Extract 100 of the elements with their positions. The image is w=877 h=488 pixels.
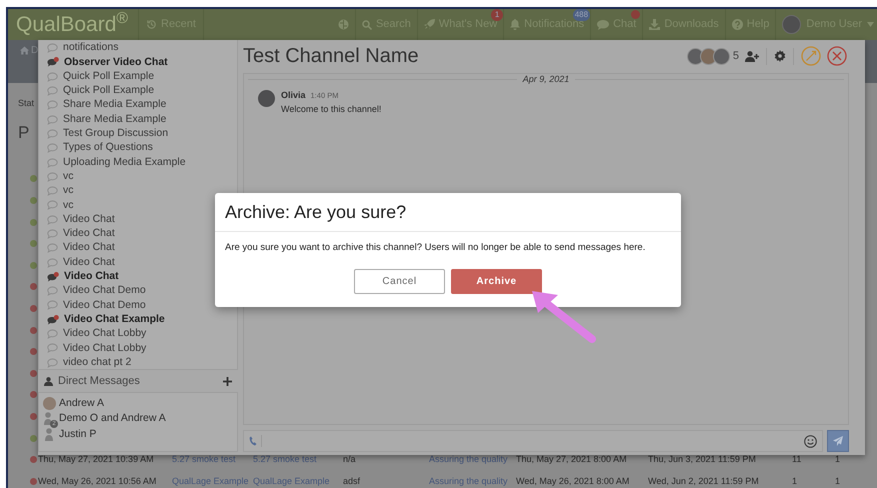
table-cell-text: Thu, May 27, 2021 10:39 AM (38, 452, 154, 466)
bell-icon (510, 19, 520, 30)
chat-bubble-icon (47, 200, 58, 210)
table-cell-text: Thu, Jun 3, 2021 11:59 PM (648, 452, 756, 466)
phone-icon[interactable] (249, 436, 257, 446)
message-input[interactable] (243, 430, 823, 452)
avatar-icon (43, 397, 56, 410)
unread-chat-icon (47, 272, 59, 282)
chat-bubble-icon (47, 186, 58, 196)
chat-bubble-icon (47, 158, 58, 168)
dialog-message: Are you sure you want to archive this channel? Users will no longer be able to send messages here. (224, 241, 646, 255)
chat-bubble-icon (47, 86, 58, 96)
chat-bubble-icon (47, 43, 58, 54)
channel-item[interactable]: Quick Poll Example (39, 84, 158, 98)
chat-bubble-icon (47, 100, 58, 110)
chat-bubble-icon (47, 128, 58, 139)
chat-bubble-icon (47, 329, 58, 340)
chat-bubble-icon (47, 286, 58, 296)
close-icon[interactable] (827, 46, 847, 66)
unread-chat-icon (47, 314, 59, 325)
history-icon (146, 19, 158, 30)
count-badge: 1 (491, 9, 504, 21)
pop-out-icon[interactable] (801, 46, 821, 66)
channel-item[interactable]: Video Chat Lobby (39, 341, 150, 356)
channel-item[interactable]: Quick Poll Example (39, 70, 158, 84)
chat-bubble-icon (47, 114, 58, 125)
send-icon (833, 436, 843, 446)
caret-icon (867, 22, 874, 27)
channel-item[interactable]: Types of Questions (39, 141, 157, 156)
send-button[interactable] (827, 430, 849, 452)
channel-item[interactable]: vc (39, 198, 78, 213)
chat-bubble-icon (47, 300, 58, 310)
person-icon (44, 376, 53, 386)
chat-bubble-icon (47, 229, 58, 239)
channel-item[interactable]: Video Chat (39, 255, 119, 270)
table-cell: Wed, May 26, 2021 10:56 AM (38, 474, 156, 488)
status-label: Stat (18, 97, 34, 110)
channel-title: Test Channel Name (243, 46, 419, 66)
table-cell: 1 (835, 474, 840, 488)
chat-bubble-icon (47, 358, 58, 368)
home-icon (20, 46, 29, 55)
message-author: Olivia (281, 89, 306, 102)
channel-item[interactable]: Video Chat (39, 241, 119, 256)
emoji-icon[interactable] (804, 434, 817, 448)
search-icon (362, 20, 372, 30)
download-icon (649, 19, 660, 30)
chat-bubble-icon (47, 172, 58, 182)
avatar (258, 90, 275, 108)
table-cell-text: Thu, May 27, 2021 8:00 AM (516, 452, 627, 466)
channel-item[interactable]: Share Media Example (39, 112, 170, 127)
chat-bubble-icon (47, 343, 58, 354)
channel-item[interactable]: Video Chat Demo (39, 298, 150, 313)
cancel-button[interactable]: Cancel (354, 269, 445, 294)
table-cell: Wed, May 26, 2021 8:00 AM (516, 474, 630, 488)
chat-bubble-icon (47, 243, 58, 254)
channel-item[interactable]: Video Chat (39, 212, 119, 227)
table-cell: Wed, Jun 2, 2021 11:59 PM (648, 474, 759, 488)
pointer-arrow (530, 289, 596, 343)
person-silhouette-icon (43, 428, 56, 442)
channel-item[interactable]: Video Chat Lobby (39, 326, 150, 342)
rocket-icon (424, 19, 435, 30)
member-count: 5 (732, 49, 739, 64)
direct-message-item[interactable]: Justin P (43, 427, 100, 442)
table-cell: adsf (343, 474, 360, 488)
count-badge: 488 (572, 9, 590, 21)
channel-item[interactable]: notifications (39, 41, 122, 56)
add-icon[interactable] (223, 376, 232, 386)
unread-chat-icon (47, 57, 59, 68)
channel-item[interactable]: Share Media Example (39, 98, 170, 112)
avatar (782, 15, 802, 34)
settings-icon[interactable] (774, 50, 786, 62)
chat-bubble-icon (47, 143, 58, 154)
avatar (686, 48, 704, 65)
chat-bubble-icon (47, 72, 58, 82)
channel-item[interactable]: Video Chat (39, 270, 123, 284)
message-text: Welcome to this channel! (281, 102, 382, 116)
channel-item[interactable]: vc (39, 170, 78, 184)
channel-item[interactable]: vc (39, 184, 78, 198)
channel-item[interactable]: Test Group Discussion (39, 126, 172, 142)
dialog-title: Archive: Are you sure? (225, 200, 406, 224)
chat-bubble-icon (47, 258, 58, 268)
table-cell-text: 1 (835, 452, 840, 466)
channel-item[interactable]: Uploading Media Example (39, 155, 190, 170)
channel-item[interactable]: Video Chat Demo (39, 284, 150, 298)
table-cell: 1 (792, 474, 798, 488)
avatar (712, 48, 730, 65)
channel-item[interactable]: Observer Video Chat (39, 55, 172, 70)
direct-messages-heading: Direct Messages (58, 374, 140, 389)
channel-item[interactable]: Video Chat (39, 226, 119, 242)
table-cell-text: n/a (343, 452, 356, 466)
channel-item[interactable]: Video Chat Example (39, 312, 169, 327)
direct-message-item[interactable]: Andrew A (43, 396, 108, 412)
page-heading: P (18, 124, 30, 140)
archive-button[interactable]: Archive (451, 269, 542, 294)
chat-icon (597, 20, 610, 30)
date-divider: Apr 9, 2021 (522, 72, 570, 86)
add-user-icon[interactable] (745, 50, 759, 62)
table-cell-text: 11 (792, 452, 802, 466)
channel-item[interactable]: video chat pt 2 (39, 356, 136, 369)
help-icon (732, 19, 743, 30)
